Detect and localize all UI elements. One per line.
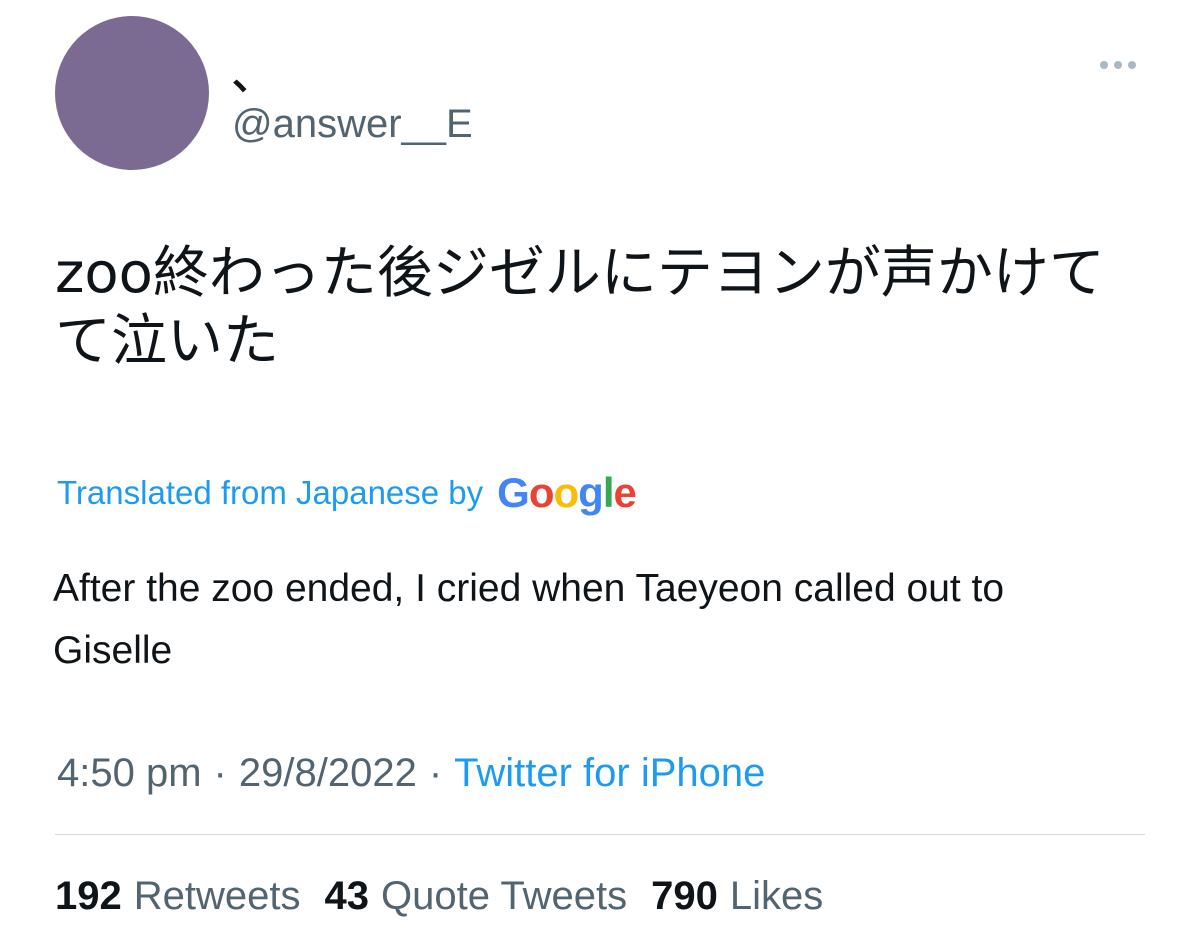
more-horizontal-icon [1128,61,1136,69]
quote-tweets-label: Quote Tweets [381,873,628,918]
translation-label: Translated from Japanese by [57,474,484,511]
retweets-label: Retweets [133,873,301,918]
more-horizontal-icon [1100,61,1108,69]
translated-text: After the zoo ended, I cried when Taeyeo… [53,567,1005,672]
retweets-stat[interactable]: 192 Retweets [55,874,301,919]
quote-tweets-stat[interactable]: 43 Quote Tweets [325,874,628,919]
avatar[interactable] [55,16,209,170]
tweet-text: zoo終わった後ジゼルにテヨンが声かけてて泣いた [55,241,1105,374]
tweet-meta: 4:50 pm · 29/8/2022 · Twitter for iPhone [57,745,765,801]
meta-separator: · [213,750,227,795]
google-logo: Google [497,469,637,516]
divider [55,834,1145,835]
likes-label: Likes [729,873,824,918]
tweet-date[interactable]: 29/8/2022 [239,751,417,796]
retweets-count: 192 [55,873,122,918]
meta-separator: · [428,750,443,795]
tweet-time[interactable]: 4:50 pm [57,751,202,796]
author-handle[interactable]: @answer__E [232,100,473,148]
quote-tweets-count: 43 [324,873,370,918]
tweet-source-link[interactable]: Twitter for iPhone [454,751,765,796]
more-horizontal-icon [1114,61,1122,69]
tweet-stats: 192 Retweets 43 Quote Tweets 790 Likes [55,868,847,924]
more-options-button[interactable] [1092,50,1144,80]
author-display-name[interactable]: 、 [232,52,272,100]
translation-attribution[interactable]: Translated from Japanese by Google [57,468,637,518]
likes-stat[interactable]: 790 Likes [651,874,823,919]
likes-count: 790 [651,873,718,918]
